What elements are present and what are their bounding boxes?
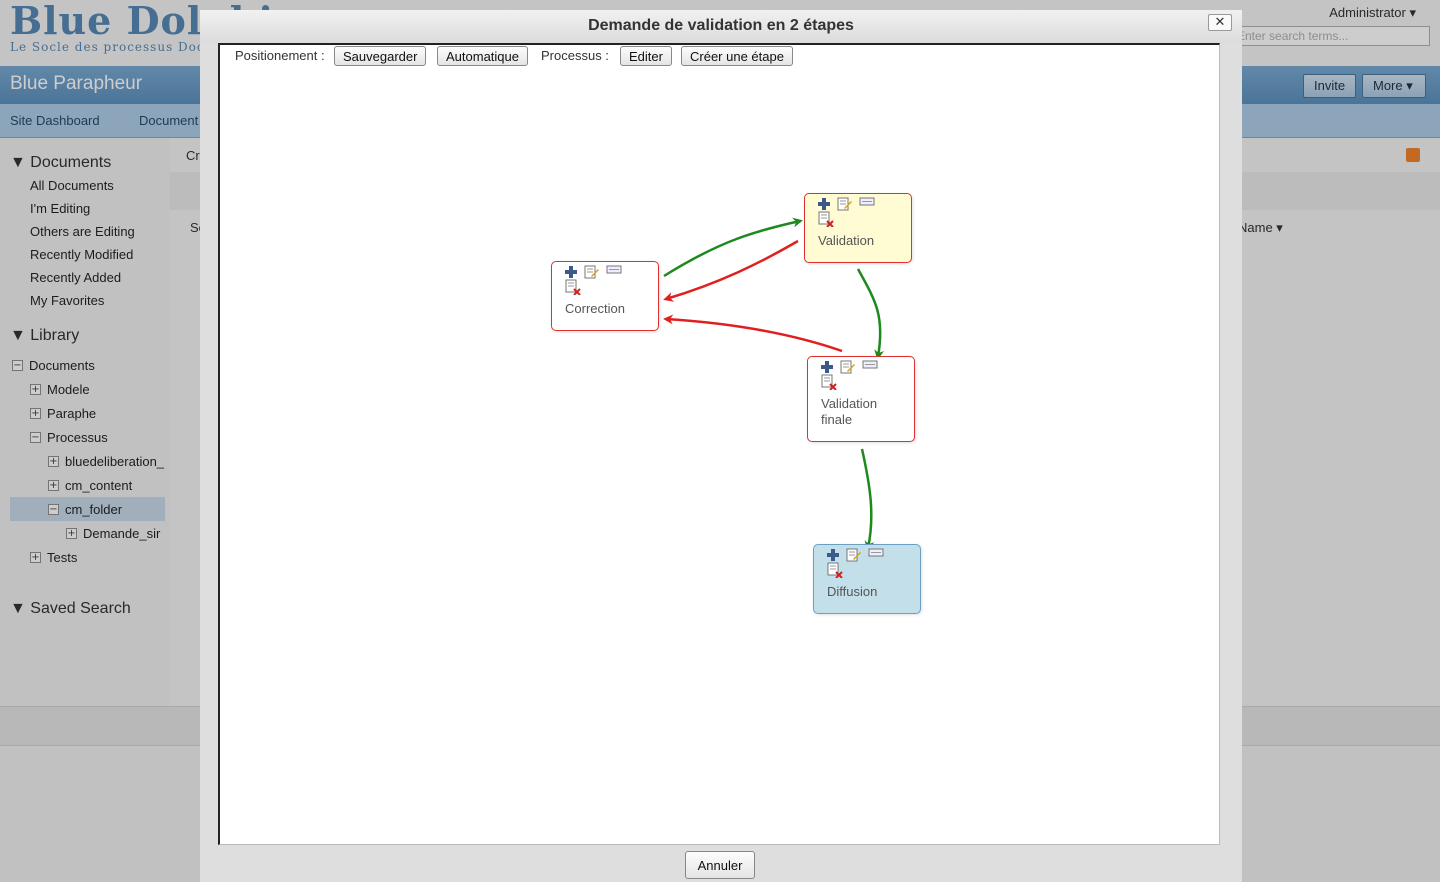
step-actions: [817, 197, 875, 211]
rename-icon[interactable]: [862, 360, 878, 370]
step-correction[interactable]: Correction: [551, 261, 659, 331]
workflow-canvas: Positionement : Sauvegarder Automatique …: [218, 43, 1220, 845]
step-label: Validation finale: [821, 396, 878, 427]
delete-icon[interactable]: [827, 562, 843, 578]
rename-icon[interactable]: [606, 265, 622, 275]
step-actions: [826, 548, 884, 562]
step-actions: [820, 360, 878, 374]
step-label: Diffusion: [827, 584, 878, 599]
workflow-dialog: Demande de validation en 2 étapes ✕ Posi…: [200, 10, 1242, 882]
step-validation[interactable]: Validation: [804, 193, 912, 263]
add-icon[interactable]: [817, 197, 831, 211]
step-diffusion[interactable]: Diffusion: [813, 544, 921, 614]
delete-icon[interactable]: [565, 279, 581, 295]
add-icon[interactable]: [564, 265, 578, 279]
edit-icon[interactable]: [840, 360, 856, 374]
rename-icon[interactable]: [859, 197, 875, 207]
transition-validation-finale-to-diffusion[interactable]: [860, 448, 875, 551]
transition-validation-to-validation-finale[interactable]: [856, 268, 885, 360]
transition-correction-to-validation[interactable]: [663, 217, 803, 278]
step-validation-finale[interactable]: Validation finale: [807, 356, 915, 442]
add-icon[interactable]: [820, 360, 834, 374]
edit-icon[interactable]: [837, 197, 853, 211]
transitions-layer: [663, 217, 885, 551]
delete-icon[interactable]: [821, 374, 837, 390]
rename-icon[interactable]: [868, 548, 884, 558]
edit-icon[interactable]: [846, 548, 862, 562]
edit-icon[interactable]: [584, 265, 600, 279]
add-icon[interactable]: [826, 548, 840, 562]
step-label: Validation: [818, 233, 875, 248]
delete-icon[interactable]: [818, 211, 834, 227]
cancel-button[interactable]: Annuler: [685, 851, 755, 879]
step-actions: [564, 265, 622, 279]
dialog-title: Demande de validation en 2 étapes: [200, 10, 1242, 43]
step-label: Correction: [565, 301, 625, 316]
close-button[interactable]: ✕: [1208, 14, 1232, 31]
transition-validation-finale-to-correction[interactable]: [663, 314, 843, 353]
transition-validation-to-correction[interactable]: [663, 239, 799, 302]
